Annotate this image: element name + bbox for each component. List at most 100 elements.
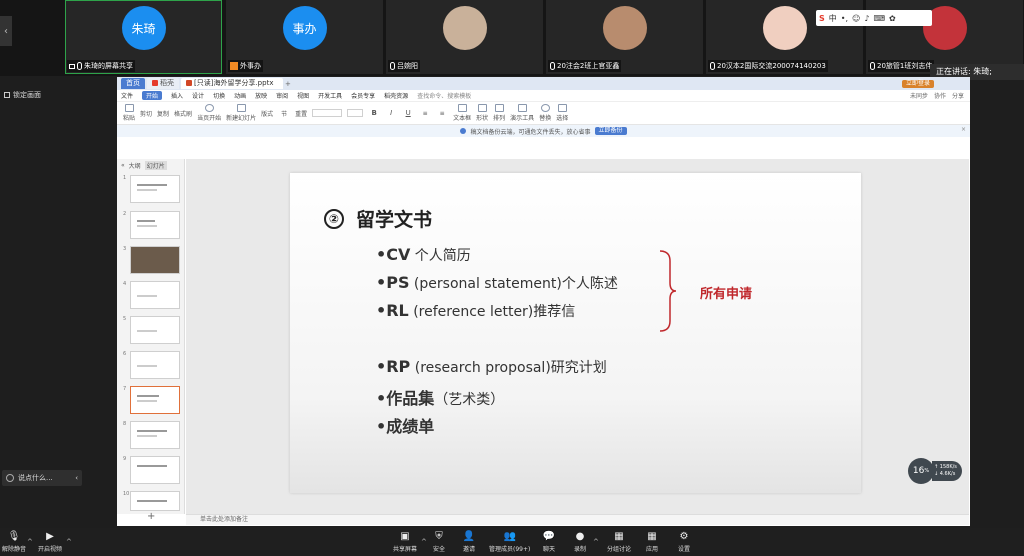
cut-button[interactable]: 剪切: [140, 104, 152, 122]
apps-button[interactable]: ▦ 应用: [646, 530, 658, 554]
menu-slideshow[interactable]: 放映: [255, 91, 267, 100]
menu-review[interactable]: 审阅: [276, 91, 288, 100]
backup-notice: 稿文档备份云端，可通危文件丢失，放心省事 立即备份 ×: [117, 125, 970, 137]
menu-transition[interactable]: 切换: [213, 91, 225, 100]
gallery-prev-button[interactable]: ‹: [0, 16, 12, 46]
shape-button[interactable]: 形状: [476, 104, 488, 122]
copy-button[interactable]: 复制: [157, 104, 169, 122]
participant-tile[interactable]: 朱琦 朱琦的屏幕共享: [65, 0, 222, 74]
menu-animation[interactable]: 动画: [234, 91, 246, 100]
menu-insert[interactable]: 插入: [171, 91, 183, 100]
chevron-up-icon[interactable]: ^: [421, 538, 427, 546]
new-tab-button[interactable]: +: [285, 80, 291, 88]
font-name-select[interactable]: [312, 109, 343, 117]
new-slide-button[interactable]: 新建幻灯片: [226, 104, 256, 122]
participant-name: 20汉本2国际交流2000741402​03: [708, 60, 828, 72]
gear-icon: ⚙: [679, 530, 689, 542]
mic-muted-icon: [390, 62, 395, 70]
font-size-select[interactable]: [347, 109, 364, 117]
wps-tab-bar: 首页 稻壳 [只读]海外留学分享.pptx + 立即登录: [117, 77, 970, 90]
share-screen-button[interactable]: ▣ 共享屏幕: [393, 530, 417, 554]
menu-start[interactable]: 开始: [142, 91, 163, 100]
unmute-button[interactable]: 🎙 解除静音: [2, 530, 26, 554]
replace-button[interactable]: 替换: [539, 104, 551, 122]
menu-docer[interactable]: 稻壳资源: [384, 91, 408, 100]
reset-button[interactable]: 重置: [295, 104, 307, 122]
mic-icon: ♪: [864, 13, 870, 23]
arrange-button[interactable]: 排列: [493, 104, 505, 122]
slide-thumbnail[interactable]: [130, 175, 180, 203]
slide-number: 2: [123, 211, 127, 217]
menu-design[interactable]: 设计: [192, 91, 204, 100]
menu-view[interactable]: 视图: [297, 91, 309, 100]
participant-tile[interactable]: 吕婉阳: [386, 0, 543, 74]
slide-thumbnail[interactable]: [130, 316, 180, 344]
ribbon-menu: 文件 开始 插入 设计 切换 动画 放映 审阅 视图 开发工具 会员专享 稻壳资…: [117, 90, 970, 102]
lock-view-button[interactable]: 锁定画面: [4, 88, 41, 102]
tab-document[interactable]: [只读]海外留学分享.pptx: [181, 78, 283, 89]
tab-outline[interactable]: 大纲: [129, 161, 141, 170]
search-command[interactable]: 查找命令、搜索模板: [417, 91, 471, 100]
invite-button[interactable]: 👤 邀请: [463, 530, 475, 554]
ime-toolbar[interactable]: S 中 •, ☺ ♪ ⌨ ✿: [816, 10, 932, 26]
menu-file[interactable]: 文件: [121, 91, 133, 100]
slide-thumbnail-selected[interactable]: [130, 386, 180, 414]
slide-thumbnail[interactable]: [130, 421, 180, 449]
participant-tile[interactable]: 事办 外事办: [226, 0, 383, 74]
bold-button[interactable]: B: [368, 104, 380, 122]
settings-button[interactable]: ⚙ 设置: [678, 530, 690, 554]
textbox-icon: [457, 104, 467, 112]
slide-thumbnail[interactable]: [130, 351, 180, 379]
unsynced-status[interactable]: 未同步: [910, 91, 928, 100]
slide-thumbnail[interactable]: [130, 491, 180, 511]
share-button[interactable]: 分享: [952, 91, 964, 100]
align-left-button[interactable]: ≡: [419, 104, 431, 122]
login-button[interactable]: 立即登录: [901, 80, 934, 88]
comment-input[interactable]: 说点什么... ‹: [2, 470, 82, 486]
notes-area[interactable]: 单击此处添加备注: [186, 514, 969, 525]
section-button[interactable]: 节: [278, 104, 290, 122]
tab-docer[interactable]: 稻壳: [147, 78, 179, 89]
meeting-window: { "gallery": { "participants": [ {"name"…: [0, 0, 1024, 556]
security-button[interactable]: ⛨ 安全: [433, 530, 445, 554]
paste-button[interactable]: 粘贴: [123, 104, 135, 122]
meeting-controls: 🎙 解除静音 ^ ▶ 开启视频 ^ ▣ 共享屏幕 ^ ⛨ 安全 👤 邀请 👥 管理成员(99…: [0, 528, 1024, 556]
textbox-button[interactable]: 文本框: [453, 104, 471, 122]
slide-thumbnail[interactable]: [130, 211, 180, 239]
align-center-button[interactable]: ≡: [436, 104, 448, 122]
record-button[interactable]: ● 录制: [574, 530, 586, 554]
menu-vip[interactable]: 会员专享: [351, 91, 375, 100]
start-from-current-button[interactable]: 当页开始: [197, 104, 221, 122]
slide-thumbnail[interactable]: [130, 246, 180, 274]
menu-developer[interactable]: 开发工具: [318, 91, 342, 100]
chevron-up-icon[interactable]: ^: [593, 538, 599, 546]
tab-home[interactable]: 首页: [121, 78, 145, 89]
chat-button[interactable]: 💬 聊天: [543, 530, 555, 554]
slide-thumbnail[interactable]: [130, 281, 180, 309]
backup-now-button[interactable]: 立即备份: [594, 127, 627, 135]
current-slide[interactable]: ② 留学文书 •CV 个人简历 •PS (personal statement)…: [290, 173, 861, 493]
tab-slides[interactable]: 幻灯片: [144, 160, 167, 170]
breakout-rooms-button[interactable]: ▦ 分组讨论: [607, 530, 631, 554]
format-painter-button[interactable]: 格式刷: [174, 104, 192, 122]
close-icon[interactable]: ×: [961, 126, 966, 133]
play-icon: [204, 104, 214, 112]
layout-button[interactable]: 版式: [261, 104, 273, 122]
participant-tile[interactable]: 20注会2班上官亚鑫: [546, 0, 703, 74]
collaborate-button[interactable]: 协作: [934, 91, 946, 100]
zoom-badge[interactable]: 16%: [908, 458, 934, 484]
start-video-button[interactable]: ▶ 开启视频: [38, 530, 62, 554]
slide-editor-canvas[interactable]: ② 留学文书 •CV 个人简历 •PS (personal statement)…: [186, 159, 969, 514]
select-button[interactable]: 选择: [556, 104, 568, 122]
chevron-up-icon[interactable]: ^: [27, 538, 33, 546]
presentation-tools-button[interactable]: 演示工具: [510, 104, 534, 122]
chevron-up-icon[interactable]: ^: [66, 538, 72, 546]
collapse-panel-icon[interactable]: «: [121, 162, 125, 169]
underline-button[interactable]: U: [402, 104, 414, 122]
chevron-left-icon[interactable]: ‹: [75, 474, 78, 482]
shield-icon: ⛨: [435, 530, 443, 542]
italic-button[interactable]: I: [385, 104, 397, 122]
add-slide-button[interactable]: +: [147, 511, 155, 522]
manage-members-button[interactable]: 👥 管理成员(99+): [489, 530, 530, 554]
slide-thumbnail[interactable]: [130, 456, 180, 484]
